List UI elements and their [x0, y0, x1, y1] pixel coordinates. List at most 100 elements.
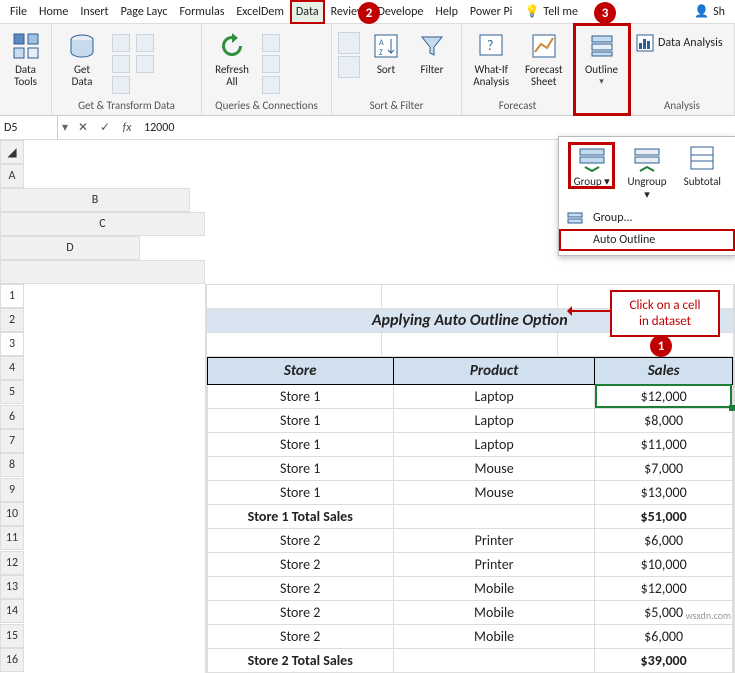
cell-sales[interactable]: $7,000 [595, 456, 733, 480]
menu-auto-outline[interactable]: Auto Outline [559, 229, 735, 251]
row-8[interactable]: 8 [0, 453, 24, 477]
from-table-icon[interactable] [112, 76, 130, 94]
cell-product[interactable]: Mouse [393, 480, 594, 504]
cell-sales[interactable]: $6,000 [595, 624, 733, 648]
row-7[interactable]: 7 [0, 429, 24, 453]
row-10[interactable]: 10 [0, 502, 24, 526]
sort-za-icon[interactable] [338, 56, 360, 78]
row-13[interactable]: 13 [0, 575, 24, 599]
cell-sales[interactable]: $39,000 [595, 648, 733, 672]
data-tools-button[interactable]: Data Tools [6, 28, 45, 96]
cell-product[interactable]: Printer [393, 552, 594, 576]
cell-sales[interactable]: $6,000 [595, 528, 733, 552]
tab-help[interactable]: Help [429, 0, 464, 24]
cell-product[interactable]: Mobile [393, 624, 594, 648]
cell-product[interactable]: Laptop [393, 432, 594, 456]
hdr-sales[interactable]: Sales [595, 357, 733, 384]
fill-handle[interactable] [729, 405, 735, 411]
forecast-sheet-button[interactable]: Forecast Sheet [521, 28, 568, 96]
row-2[interactable]: 2 [0, 308, 24, 332]
tab-power-pivot[interactable]: Power Pi [464, 0, 519, 24]
filter-button[interactable]: Filter [412, 28, 452, 96]
from-text-icon[interactable] [112, 34, 130, 52]
row-1[interactable]: 1 [0, 284, 24, 308]
whatif-button[interactable]: ? What-If Analysis [468, 28, 515, 96]
row-6[interactable]: 6 [0, 405, 24, 429]
row-11[interactable]: 11 [0, 526, 24, 550]
cell-sales[interactable]: $51,000 [595, 504, 733, 528]
col-d[interactable]: D [0, 236, 140, 260]
group-button[interactable]: Group ▾ [569, 143, 614, 188]
row-15[interactable]: 15 [0, 624, 24, 648]
ungroup-button[interactable]: Ungroup ▾ [624, 143, 669, 201]
cell-store[interactable]: Store 1 [207, 432, 393, 456]
cell-product[interactable] [393, 504, 594, 528]
cell-sales[interactable]: $10,000 [595, 552, 733, 576]
name-box-dropdown[interactable]: ▾ [58, 120, 72, 135]
cell-product[interactable] [393, 648, 594, 672]
cell-store[interactable]: Store 1 [207, 384, 393, 408]
data-analysis-button[interactable]: Data Analysis [636, 34, 723, 52]
cell-sales[interactable]: $12,000 [595, 384, 733, 408]
from-web-icon[interactable] [112, 55, 130, 73]
sort-button[interactable]: AZ Sort [366, 28, 406, 96]
tell-me[interactable]: 💡 Tell me [524, 4, 577, 19]
cell-sales[interactable]: $13,000 [595, 480, 733, 504]
col-a[interactable]: A [0, 164, 24, 188]
select-all[interactable]: ◢ [0, 140, 24, 164]
cell-store[interactable]: Store 2 [207, 600, 393, 624]
name-box[interactable]: D5 [0, 116, 58, 140]
fx-icon[interactable]: fx [116, 121, 138, 135]
tab-page-layout[interactable]: Page Layc [115, 0, 174, 24]
row-4[interactable]: 4 [0, 356, 24, 380]
cell-product[interactable]: Mobile [393, 600, 594, 624]
cell-product[interactable]: Mouse [393, 456, 594, 480]
row-5[interactable]: 5 [0, 380, 24, 404]
hdr-product[interactable]: Product [393, 357, 594, 384]
cell-sales[interactable]: $12,000 [595, 576, 733, 600]
col-b[interactable]: B [0, 188, 190, 212]
outline-button[interactable]: Outline ▾ [580, 28, 623, 96]
row-12[interactable]: 12 [0, 551, 24, 575]
cell-store[interactable]: Store 1 [207, 408, 393, 432]
cell-store[interactable]: Store 2 [207, 576, 393, 600]
get-data-button[interactable]: Get Data [58, 28, 106, 96]
sort-az-icon[interactable] [338, 32, 360, 54]
queries-icon[interactable] [262, 34, 280, 52]
existing-conn-icon[interactable] [136, 55, 154, 73]
tab-insert[interactable]: Insert [74, 0, 114, 24]
recent-sources-icon[interactable] [136, 34, 154, 52]
properties-icon[interactable] [262, 55, 280, 73]
tab-file[interactable]: File [4, 0, 33, 24]
row-3[interactable]: 3 [0, 332, 24, 356]
tab-developer[interactable]: Develope [371, 0, 429, 24]
col-c[interactable]: C [0, 212, 205, 236]
cell-store[interactable]: Store 2 Total Sales [207, 648, 393, 672]
cell-store[interactable]: Store 1 [207, 480, 393, 504]
row-16[interactable]: 16 [0, 648, 24, 672]
enter-icon[interactable]: ✓ [94, 120, 116, 135]
refresh-all-button[interactable]: Refresh All [208, 28, 256, 96]
tab-exceldemy[interactable]: ExcelDem [230, 0, 290, 24]
cell-sales[interactable]: $8,000 [595, 408, 733, 432]
subtotal-button[interactable]: Subtotal [680, 143, 725, 188]
hdr-store[interactable]: Store [207, 357, 393, 384]
cell-store[interactable]: Store 2 [207, 624, 393, 648]
tab-data[interactable]: Data [290, 0, 325, 24]
row-14[interactable]: 14 [0, 599, 24, 623]
cell-product[interactable]: Laptop [393, 384, 594, 408]
cancel-icon[interactable]: ✕ [72, 120, 94, 135]
cell-product[interactable]: Mobile [393, 576, 594, 600]
tab-home[interactable]: Home [33, 0, 74, 24]
cell-product[interactable]: Laptop [393, 408, 594, 432]
cell-store[interactable]: Store 2 [207, 528, 393, 552]
menu-group[interactable]: Group... [559, 207, 735, 229]
edit-links-icon[interactable] [262, 76, 280, 94]
cell-sales[interactable]: $11,000 [595, 432, 733, 456]
share-button[interactable]: 👤 Sh [688, 4, 731, 19]
cell-store[interactable]: Store 1 Total Sales [207, 504, 393, 528]
row-9[interactable]: 9 [0, 478, 24, 502]
cell-store[interactable]: Store 2 [207, 552, 393, 576]
cell-store[interactable]: Store 1 [207, 456, 393, 480]
tab-formulas[interactable]: Formulas [173, 0, 230, 24]
